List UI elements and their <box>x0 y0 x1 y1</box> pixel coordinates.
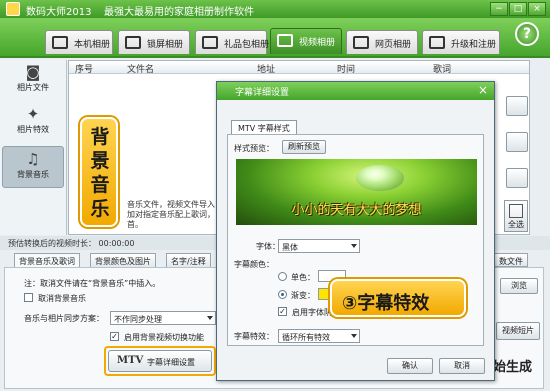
upgrade-icon <box>429 36 445 49</box>
title-bar: 数码大师2013 最强大最易用的家庭相册制作软件 − □ × <box>0 0 550 18</box>
nav-label: 背景音乐 <box>17 170 49 179</box>
tab-bg-color-image[interactable]: 背景颜色及图片 <box>90 253 156 267</box>
sync-label: 音乐与相片同步方案： <box>24 314 104 323</box>
preview-lyric-text: 小小的天有大大的梦想 <box>291 203 422 218</box>
main-toolbar: 本机相册 锁屏相册 礼品包相册 视频相册 网页相册 升级和注册 <box>0 18 550 58</box>
album-icon <box>52 36 68 49</box>
camera-icon: ◙ <box>25 63 41 81</box>
globe-icon <box>353 36 369 49</box>
single-color-label: 单色： <box>291 273 315 282</box>
tab-lockscreen-album[interactable]: 锁屏相册 <box>118 30 190 54</box>
cancel-bg-music-checkbox[interactable] <box>24 293 33 302</box>
chevron-down-icon <box>351 244 357 248</box>
nav-label: 相片特效 <box>17 125 49 134</box>
sync-value: 不作同步处理 <box>114 315 162 324</box>
column-header[interactable]: 序号 <box>75 62 93 75</box>
browse-button[interactable]: 浏览 <box>500 278 538 294</box>
column-header[interactable]: 文件名 <box>127 62 154 75</box>
app-title: 数码大师2013 <box>26 7 92 18</box>
style-preview-image: 小小的天有大大的梦想 <box>236 159 477 225</box>
sync-switch-label: 启用背景视频切换功能 <box>124 333 204 342</box>
sync-select[interactable]: 不作同步处理 <box>110 311 216 325</box>
tab-label: 锁屏相册 <box>147 40 184 50</box>
tab-label: 升级和注册 <box>451 40 497 50</box>
gradient-radio[interactable] <box>278 290 287 299</box>
chevron-down-icon <box>207 316 213 320</box>
hint-text: 首。 <box>127 220 143 229</box>
monitor-icon <box>125 36 141 49</box>
app-subtitle: 最强大最易用的家庭相册制作软件 <box>104 7 254 18</box>
callout-text: 背景音乐 <box>90 126 110 220</box>
tab-web-album[interactable]: 网页相册 <box>346 30 418 54</box>
ok-button[interactable]: 确认 <box>387 358 433 374</box>
chevron-down-icon <box>351 334 357 338</box>
preview-label: 样式预览： <box>234 144 274 153</box>
effect-label: 字幕特效： <box>234 332 274 341</box>
minimize-button[interactable]: − <box>490 2 508 16</box>
tab-label: 网页相册 <box>375 40 412 50</box>
select-all-label: 全选 <box>508 220 524 229</box>
film-icon <box>277 34 293 47</box>
tab-label: 本机相册 <box>74 40 111 50</box>
font-label: 字体： <box>256 242 280 251</box>
callout-text: ③字幕特效 <box>342 293 430 314</box>
start-generate-button[interactable]: 始生成 <box>493 356 532 375</box>
tab-upgrade-register[interactable]: 升级和注册 <box>422 30 500 54</box>
nav-label: 相片文件 <box>17 83 49 92</box>
grid-icon <box>509 204 523 218</box>
dialog-title: 字幕详细设置 <box>235 88 290 98</box>
nav-photo-effects[interactable]: ✦ 相片特效 <box>2 102 64 144</box>
note-text: 注：取消文件请在“背景音乐”中插入。 <box>24 279 161 288</box>
move-down-button[interactable] <box>506 132 528 152</box>
font-shadow-checkbox[interactable]: ✓ <box>278 307 287 316</box>
dialog-title-bar: 字幕详细设置 × <box>217 82 494 100</box>
select-all-button[interactable]: 全选 <box>504 200 528 232</box>
cancel-button[interactable]: 取消 <box>439 358 485 374</box>
music-note-icon: ♫ <box>26 150 40 168</box>
water-drop-image <box>356 165 404 191</box>
tab-video-album[interactable]: 视频相册 <box>270 28 342 54</box>
estimated-duration: 预估转换后的视频时长： 00:00:00 <box>8 239 135 248</box>
callout-background-music: 背景音乐 <box>80 117 118 227</box>
move-up-button[interactable] <box>506 96 528 116</box>
subtitle-settings-dialog: 字幕详细设置 × MTV 字幕样式 样式预览： 刷新预览 小小的天有大大的梦想 … <box>216 81 495 381</box>
column-header[interactable]: 歌词 <box>433 62 451 75</box>
tab-gift-album[interactable]: 礼品包相册 <box>195 30 270 54</box>
effect-select[interactable]: 循环所有特效 <box>278 329 360 343</box>
tab-mtv-subtitle-style[interactable]: MTV 字幕样式 <box>231 120 297 134</box>
tab-bg-music-lyrics[interactable]: 背景音乐及歌词 <box>14 253 80 267</box>
dialog-close-button[interactable]: × <box>476 83 490 97</box>
callout-subtitle-effect: ③字幕特效 <box>330 279 466 317</box>
app-logo-icon <box>6 2 20 16</box>
delete-button[interactable] <box>506 168 528 188</box>
video-short-button[interactable]: 视频短片 <box>496 322 540 340</box>
tab-label: 视频相册 <box>299 38 336 48</box>
table-header: 序号 文件名 地址 时间 歌词 <box>69 61 529 75</box>
color-label: 字幕颜色： <box>234 260 274 269</box>
nav-photo-files[interactable]: ◙ 相片文件 <box>2 60 64 102</box>
tab-local-album[interactable]: 本机相册 <box>45 30 113 54</box>
gradient-label: 渐变： <box>291 291 315 300</box>
help-button[interactable]: ? <box>515 22 539 46</box>
sync-switch-checkbox[interactable]: ✓ <box>110 332 119 341</box>
nav-background-music[interactable]: ♫ 背景音乐 <box>2 146 64 188</box>
font-value: 黑体 <box>282 243 298 252</box>
column-header[interactable]: 时间 <box>337 62 355 75</box>
left-nav: ◙ 相片文件 ✦ 相片特效 ♫ 背景音乐 <box>0 60 67 235</box>
font-select[interactable]: 黑体 <box>278 239 360 253</box>
tab-label: 礼品包相册 <box>224 40 270 50</box>
gift-icon <box>202 36 218 49</box>
cancel-bg-music-label: 取消背景音乐 <box>38 294 86 303</box>
close-button[interactable]: × <box>528 2 546 16</box>
effects-icon: ✦ <box>26 105 40 123</box>
maximize-button[interactable]: □ <box>509 2 527 16</box>
column-header[interactable]: 地址 <box>257 62 275 75</box>
import-file-button[interactable]: 数文件 <box>494 253 528 267</box>
single-color-radio[interactable] <box>278 272 287 281</box>
effect-value: 循环所有特效 <box>282 333 330 342</box>
refresh-preview-button[interactable]: 刷新预览 <box>282 140 326 154</box>
mtv-highlight <box>104 346 216 376</box>
tab-name-comment[interactable]: 名字/注释 <box>166 253 211 267</box>
